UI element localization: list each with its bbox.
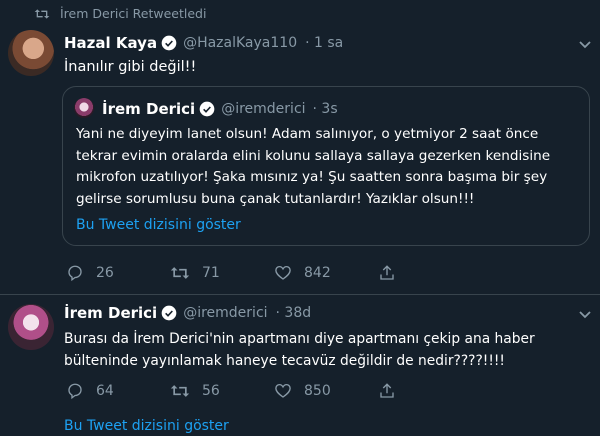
tweet-text: Burası da İrem Derici'nin apartmanı diye… bbox=[64, 331, 535, 369]
share-icon bbox=[380, 383, 394, 398]
share-icon bbox=[380, 265, 394, 280]
retweet-icon bbox=[170, 267, 190, 279]
like-button[interactable]: 842 bbox=[274, 264, 378, 282]
retweet-button[interactable]: 56 bbox=[170, 383, 274, 399]
tweet2-header: İrem Derici @iremderici · 38d bbox=[64, 304, 311, 322]
show-thread-link[interactable]: Bu Tweet dizisini göster bbox=[64, 418, 229, 434]
tweet2-actions: 64 56 850 bbox=[66, 382, 482, 400]
heart-icon bbox=[275, 265, 291, 280]
tweet1-actions: 26 71 842 bbox=[66, 264, 482, 282]
chevron-down-icon[interactable] bbox=[578, 40, 592, 50]
verified-badge-icon bbox=[161, 305, 177, 321]
like-count: 842 bbox=[304, 265, 331, 281]
like-count: 850 bbox=[304, 383, 331, 399]
quote-author-name: İrem Derici bbox=[102, 100, 196, 118]
avatar-hazal-kaya[interactable] bbox=[8, 30, 54, 76]
reply-icon bbox=[68, 265, 82, 282]
retweet-count: 56 bbox=[202, 383, 220, 399]
verified-badge-icon bbox=[199, 101, 215, 117]
reply-button[interactable]: 26 bbox=[66, 264, 170, 282]
tweet-timestamp[interactable]: · 1 sa bbox=[305, 35, 343, 51]
tweet-timestamp[interactable]: · 38d bbox=[276, 305, 312, 321]
heart-icon bbox=[275, 383, 291, 398]
author-handle[interactable]: @HazalKaya110 bbox=[183, 35, 297, 51]
tweet-text: İnanılır gibi değil!! bbox=[64, 59, 197, 75]
retweet-icon bbox=[34, 8, 50, 19]
quote-avatar[interactable] bbox=[74, 98, 94, 118]
reply-count: 26 bbox=[96, 265, 114, 281]
quote-timestamp: · 3s bbox=[312, 101, 338, 117]
author-handle[interactable]: @iremderici bbox=[183, 305, 267, 321]
retweet-icon bbox=[170, 385, 190, 397]
tweet1-header: Hazal Kaya @HazalKaya110 · 1 sa bbox=[64, 34, 343, 52]
author-name[interactable]: Hazal Kaya bbox=[64, 34, 157, 52]
quote-author-handle: @iremderici bbox=[221, 101, 306, 117]
quote-text: Yani ne diyeyim lanet olsun! Adam salını… bbox=[76, 126, 551, 207]
author-name[interactable]: İrem Derici bbox=[64, 304, 157, 322]
share-button[interactable] bbox=[378, 382, 482, 400]
reply-button[interactable]: 64 bbox=[66, 382, 170, 400]
reply-count: 64 bbox=[96, 383, 114, 399]
verified-badge-icon bbox=[161, 35, 177, 51]
avatar-irem-derici[interactable] bbox=[8, 304, 54, 350]
tweet-divider bbox=[0, 294, 600, 295]
reply-icon bbox=[68, 383, 82, 400]
share-button[interactable] bbox=[378, 264, 482, 282]
chevron-down-icon[interactable] bbox=[578, 310, 592, 320]
like-button[interactable]: 850 bbox=[274, 382, 378, 400]
quote-header: İrem Derici @iremderici · 3s bbox=[102, 100, 338, 118]
retweet-button[interactable]: 71 bbox=[170, 265, 274, 281]
retweet-banner: İrem Derici Retweetledi bbox=[34, 6, 206, 21]
retweet-banner-text: İrem Derici Retweetledi bbox=[60, 6, 207, 21]
retweet-count: 71 bbox=[202, 265, 220, 281]
quote-show-thread-link[interactable]: Bu Tweet dizisini göster bbox=[76, 217, 241, 233]
